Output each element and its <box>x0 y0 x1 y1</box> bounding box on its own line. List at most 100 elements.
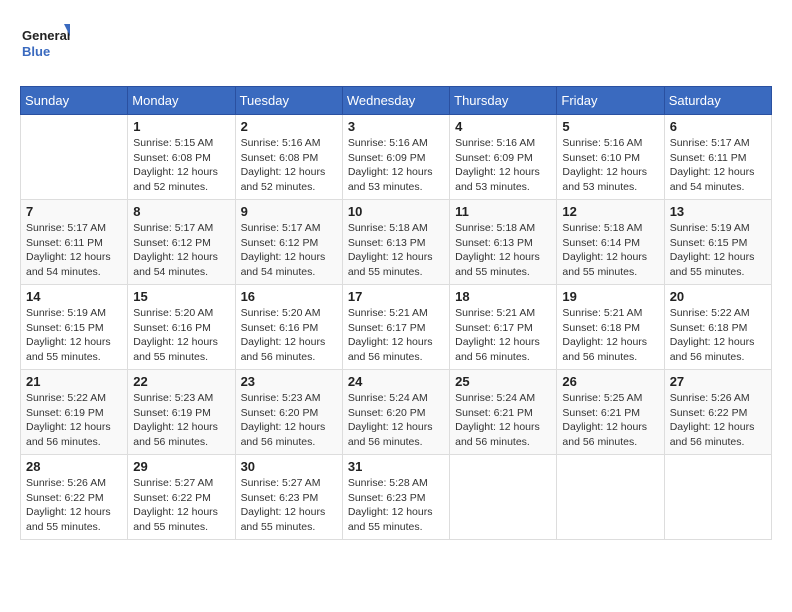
calendar-cell: 6 Sunrise: 5:17 AMSunset: 6:11 PMDaylight… <box>664 115 771 200</box>
day-of-week-header: Sunday <box>21 87 128 115</box>
calendar-cell: 29 Sunrise: 5:27 AMSunset: 6:22 PMDayligh… <box>128 455 235 540</box>
calendar-week-row: 28 Sunrise: 5:26 AMSunset: 6:22 PMDayligh… <box>21 455 772 540</box>
calendar-cell: 20Sunrise: 5:22 AMSunset: 6:18 PMDayligh… <box>664 285 771 370</box>
day-info: Sunrise: 5:23 AMSunset: 6:19 PMDaylight:… <box>133 391 229 450</box>
calendar-cell: 9 Sunrise: 5:17 AMSunset: 6:12 PMDaylight… <box>235 200 342 285</box>
calendar-cell: 14Sunrise: 5:19 AMSunset: 6:15 PMDayligh… <box>21 285 128 370</box>
day-number: 21 <box>26 374 122 389</box>
calendar-cell: 8Sunrise: 5:17 AMSunset: 6:12 PMDaylight… <box>128 200 235 285</box>
day-of-week-header: Thursday <box>450 87 557 115</box>
day-number: 24 <box>348 374 444 389</box>
day-info: Sunrise: 5:27 AMSunset: 6:23 PMDaylight:… <box>241 476 337 535</box>
day-info: Sunrise: 5:18 AMSunset: 6:13 PMDaylight:… <box>348 221 444 280</box>
day-info: Sunrise: 5:26 AMSunset: 6:22 PMDaylight:… <box>26 476 122 535</box>
day-info: Sunrise: 5:20 AMSunset: 6:16 PMDaylight:… <box>241 306 337 365</box>
calendar-cell: 5 Sunrise: 5:16 AMSunset: 6:10 PMDaylight… <box>557 115 664 200</box>
day-number: 17 <box>348 289 444 304</box>
svg-text:Blue: Blue <box>22 44 50 59</box>
day-number: 19 <box>562 289 658 304</box>
calendar-cell: 22 Sunrise: 5:23 AMSunset: 6:19 PMDayligh… <box>128 370 235 455</box>
calendar-cell: 19 Sunrise: 5:21 AMSunset: 6:18 PMDayligh… <box>557 285 664 370</box>
day-info: Sunrise: 5:18 AMSunset: 6:13 PMDaylight:… <box>455 221 551 280</box>
calendar-cell <box>21 115 128 200</box>
calendar-cell: 13 Sunrise: 5:19 AMSunset: 6:15 PMDayligh… <box>664 200 771 285</box>
day-number: 13 <box>670 204 766 219</box>
day-number: 11 <box>455 204 551 219</box>
calendar-cell <box>557 455 664 540</box>
day-info: Sunrise: 5:16 AMSunset: 6:10 PMDaylight:… <box>562 136 658 195</box>
day-info: Sunrise: 5:16 AMSunset: 6:08 PMDaylight:… <box>241 136 337 195</box>
calendar-week-row: 14Sunrise: 5:19 AMSunset: 6:15 PMDayligh… <box>21 285 772 370</box>
day-info: Sunrise: 5:16 AMSunset: 6:09 PMDaylight:… <box>348 136 444 195</box>
day-number: 30 <box>241 459 337 474</box>
day-info: Sunrise: 5:21 AMSunset: 6:18 PMDaylight:… <box>562 306 658 365</box>
day-number: 22 <box>133 374 229 389</box>
day-number: 5 <box>562 119 658 134</box>
calendar-cell: 23 Sunrise: 5:23 AMSunset: 6:20 PMDayligh… <box>235 370 342 455</box>
day-number: 15 <box>133 289 229 304</box>
calendar-table: SundayMondayTuesdayWednesdayThursdayFrid… <box>20 86 772 540</box>
day-number: 6 <box>670 119 766 134</box>
calendar-cell: 25 Sunrise: 5:24 AMSunset: 6:21 PMDayligh… <box>450 370 557 455</box>
calendar-cell: 30 Sunrise: 5:27 AMSunset: 6:23 PMDayligh… <box>235 455 342 540</box>
day-number: 12 <box>562 204 658 219</box>
day-number: 16 <box>241 289 337 304</box>
page-header: General Blue <box>20 20 772 70</box>
logo: General Blue <box>20 20 70 70</box>
day-number: 3 <box>348 119 444 134</box>
calendar-cell: 11 Sunrise: 5:18 AMSunset: 6:13 PMDayligh… <box>450 200 557 285</box>
day-info: Sunrise: 5:17 AMSunset: 6:12 PMDaylight:… <box>241 221 337 280</box>
day-info: Sunrise: 5:27 AMSunset: 6:22 PMDaylight:… <box>133 476 229 535</box>
calendar-cell <box>450 455 557 540</box>
day-info: Sunrise: 5:19 AMSunset: 6:15 PMDaylight:… <box>26 306 122 365</box>
calendar-cell: 18 Sunrise: 5:21 AMSunset: 6:17 PMDayligh… <box>450 285 557 370</box>
day-info: Sunrise: 5:21 AMSunset: 6:17 PMDaylight:… <box>455 306 551 365</box>
calendar-week-row: 21 Sunrise: 5:22 AMSunset: 6:19 PMDayligh… <box>21 370 772 455</box>
day-of-week-header: Tuesday <box>235 87 342 115</box>
day-info: Sunrise: 5:20 AMSunset: 6:16 PMDaylight:… <box>133 306 229 365</box>
calendar-cell: 27 Sunrise: 5:26 AMSunset: 6:22 PMDayligh… <box>664 370 771 455</box>
day-number: 1 <box>133 119 229 134</box>
day-info: Sunrise: 5:16 AMSunset: 6:09 PMDaylight:… <box>455 136 551 195</box>
day-number: 23 <box>241 374 337 389</box>
day-info: Sunrise: 5:21 AMSunset: 6:17 PMDaylight:… <box>348 306 444 365</box>
calendar-cell: 15 Sunrise: 5:20 AMSunset: 6:16 PMDayligh… <box>128 285 235 370</box>
calendar-cell: 2 Sunrise: 5:16 AMSunset: 6:08 PMDaylight… <box>235 115 342 200</box>
day-number: 9 <box>241 204 337 219</box>
calendar-cell: 7Sunrise: 5:17 AMSunset: 6:11 PMDaylight… <box>21 200 128 285</box>
day-info: Sunrise: 5:17 AMSunset: 6:12 PMDaylight:… <box>133 221 229 280</box>
day-number: 20 <box>670 289 766 304</box>
day-info: Sunrise: 5:15 AMSunset: 6:08 PMDaylight:… <box>133 136 229 195</box>
day-number: 2 <box>241 119 337 134</box>
day-number: 25 <box>455 374 551 389</box>
calendar-cell: 21 Sunrise: 5:22 AMSunset: 6:19 PMDayligh… <box>21 370 128 455</box>
day-number: 31 <box>348 459 444 474</box>
calendar-cell: 1 Sunrise: 5:15 AMSunset: 6:08 PMDaylight… <box>128 115 235 200</box>
calendar-cell: 17 Sunrise: 5:21 AMSunset: 6:17 PMDayligh… <box>342 285 449 370</box>
day-number: 28 <box>26 459 122 474</box>
calendar-cell: 31Sunrise: 5:28 AMSunset: 6:23 PMDayligh… <box>342 455 449 540</box>
day-info: Sunrise: 5:19 AMSunset: 6:15 PMDaylight:… <box>670 221 766 280</box>
calendar-cell: 24Sunrise: 5:24 AMSunset: 6:20 PMDayligh… <box>342 370 449 455</box>
calendar-cell: 26Sunrise: 5:25 AMSunset: 6:21 PMDayligh… <box>557 370 664 455</box>
day-info: Sunrise: 5:25 AMSunset: 6:21 PMDaylight:… <box>562 391 658 450</box>
day-number: 27 <box>670 374 766 389</box>
day-info: Sunrise: 5:17 AMSunset: 6:11 PMDaylight:… <box>670 136 766 195</box>
day-number: 18 <box>455 289 551 304</box>
calendar-cell: 10Sunrise: 5:18 AMSunset: 6:13 PMDayligh… <box>342 200 449 285</box>
day-info: Sunrise: 5:22 AMSunset: 6:19 PMDaylight:… <box>26 391 122 450</box>
calendar-cell <box>664 455 771 540</box>
day-info: Sunrise: 5:26 AMSunset: 6:22 PMDaylight:… <box>670 391 766 450</box>
day-info: Sunrise: 5:18 AMSunset: 6:14 PMDaylight:… <box>562 221 658 280</box>
day-number: 4 <box>455 119 551 134</box>
calendar-cell: 3 Sunrise: 5:16 AMSunset: 6:09 PMDaylight… <box>342 115 449 200</box>
calendar-cell: 12 Sunrise: 5:18 AMSunset: 6:14 PMDayligh… <box>557 200 664 285</box>
calendar-week-row: 7Sunrise: 5:17 AMSunset: 6:11 PMDaylight… <box>21 200 772 285</box>
day-number: 29 <box>133 459 229 474</box>
day-number: 7 <box>26 204 122 219</box>
day-info: Sunrise: 5:23 AMSunset: 6:20 PMDaylight:… <box>241 391 337 450</box>
day-info: Sunrise: 5:24 AMSunset: 6:21 PMDaylight:… <box>455 391 551 450</box>
calendar-cell: 28 Sunrise: 5:26 AMSunset: 6:22 PMDayligh… <box>21 455 128 540</box>
calendar-header-row: SundayMondayTuesdayWednesdayThursdayFrid… <box>21 87 772 115</box>
logo-svg: General Blue <box>20 20 70 70</box>
